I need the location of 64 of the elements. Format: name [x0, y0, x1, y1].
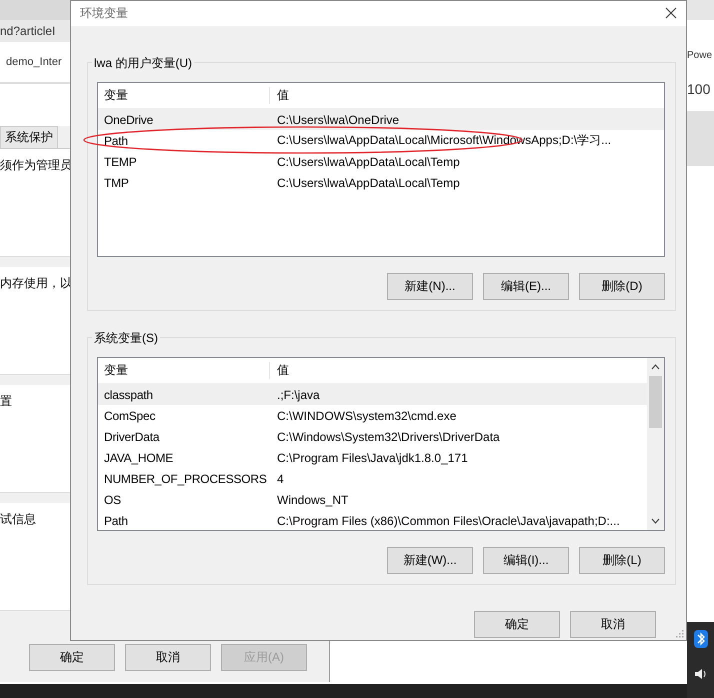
browser-tab[interactable]: Powe	[687, 50, 712, 61]
title-bar	[0, 0, 70, 20]
variable-row[interactable]: TEMP C:\Users\lwa\AppData\Local\Temp	[98, 151, 664, 172]
dialog-button[interactable]: 确定	[474, 611, 560, 638]
variable-row[interactable]: DriverData C:\Windows\System32\Drivers\DriverData	[98, 426, 647, 447]
variable-row[interactable]: ComSpec C:\WINDOWS\system32\cmd.exe	[98, 405, 647, 426]
dialog-button[interactable]: 删除(L)	[579, 547, 665, 574]
variable-row[interactable]: classpath .;F:\java	[98, 384, 647, 405]
variable-name: NUMBER_OF_PROCESSORS	[103, 472, 268, 486]
scrollbar-thumb[interactable]	[649, 376, 662, 428]
bluetooth-icon[interactable]	[694, 630, 708, 648]
column-header[interactable]: 值	[270, 87, 664, 104]
variable-value: C:\Users\lwa\OneDrive	[276, 112, 400, 126]
variable-row[interactable]: Path C:\Program Files (x86)\Common Files\Oracle\Java\javapath;D:...	[98, 510, 647, 531]
speaker-icon[interactable]	[692, 666, 708, 682]
settings-text: 置	[0, 394, 12, 408]
scrollbar[interactable]	[647, 358, 664, 530]
variable-name: TEMP	[103, 154, 138, 168]
variable-name: classpath	[103, 388, 154, 402]
variable-name: Path	[103, 514, 129, 528]
variable-value: 4	[276, 472, 285, 486]
variable-value: C:\Program Files\Java\jdk1.8.0_171	[276, 450, 469, 464]
dialog-button[interactable]: 新建(W)...	[387, 547, 473, 574]
variable-row[interactable]: TMP C:\Users\lwa\AppData\Local\Temp	[98, 172, 664, 193]
resize-grip-icon[interactable]	[676, 630, 684, 638]
window-title: 环境变量	[80, 5, 128, 22]
group-title: lwa 的用户变量(U)	[92, 55, 194, 72]
variable-row[interactable]: NUMBER_OF_PROCESSORS 4	[98, 468, 647, 489]
column-header[interactable]: 值	[270, 362, 647, 379]
scroll-up-icon[interactable]	[651, 364, 660, 370]
variable-value: C:\Program Files (x86)\Common Files\Oracle\Java\javapath;D:...	[276, 514, 621, 528]
variable-name: ComSpec	[103, 408, 156, 422]
variable-row[interactable]: OneDrive C:\Users\lwa\OneDrive	[98, 109, 664, 130]
dialog-button[interactable]: 删除(D)	[579, 273, 665, 300]
dialog-button[interactable]: 新建(N)...	[387, 273, 473, 300]
address-text: nd?articleI	[0, 24, 56, 38]
scroll-down-icon[interactable]	[651, 518, 660, 524]
variable-name: Path	[103, 134, 129, 148]
close-icon[interactable]	[665, 6, 677, 18]
group-title: 系统变量(S)	[92, 330, 160, 347]
variable-value: .;F:\java	[276, 388, 321, 402]
variable-value: C:\Windows\System32\Drivers\DriverData	[276, 430, 501, 444]
variable-value: C:\WINDOWS\system32\cmd.exe	[276, 408, 458, 422]
variable-name: TMP	[103, 176, 130, 190]
variable-row[interactable]: OS Windows_NT	[98, 489, 647, 510]
variable-value: Windows_NT	[276, 492, 350, 506]
column-header[interactable]: 变量	[98, 362, 270, 379]
dialog-button[interactable]: 取消	[125, 644, 211, 671]
dialog-button[interactable]: 编辑(I)...	[483, 547, 569, 574]
variable-name: OS	[103, 492, 122, 506]
browser-tab[interactable]: demo_Inter	[4, 56, 64, 68]
system-protection-tab[interactable]: 系统保护	[0, 126, 58, 148]
variable-name: JAVA_HOME	[103, 450, 174, 464]
variable-value: C:\Users\lwa\AppData\Local\Temp	[276, 176, 461, 190]
settings-text: 试信息	[0, 512, 36, 526]
variable-row[interactable]: JAVA_HOME C:\Program Files\Java\jdk1.8.0_171	[98, 447, 647, 468]
dialog-button[interactable]: 编辑(E)...	[483, 273, 569, 300]
variable-name: OneDrive	[103, 112, 154, 126]
value-text: 100	[687, 81, 710, 97]
variable-value: C:\Users\lwa\AppData\Local\Temp	[276, 154, 461, 168]
column-header[interactable]: 变量	[98, 87, 270, 104]
dialog-button[interactable]: 确定	[29, 644, 115, 671]
dialog-button[interactable]: 取消	[570, 611, 656, 638]
variable-name: DriverData	[103, 430, 160, 444]
